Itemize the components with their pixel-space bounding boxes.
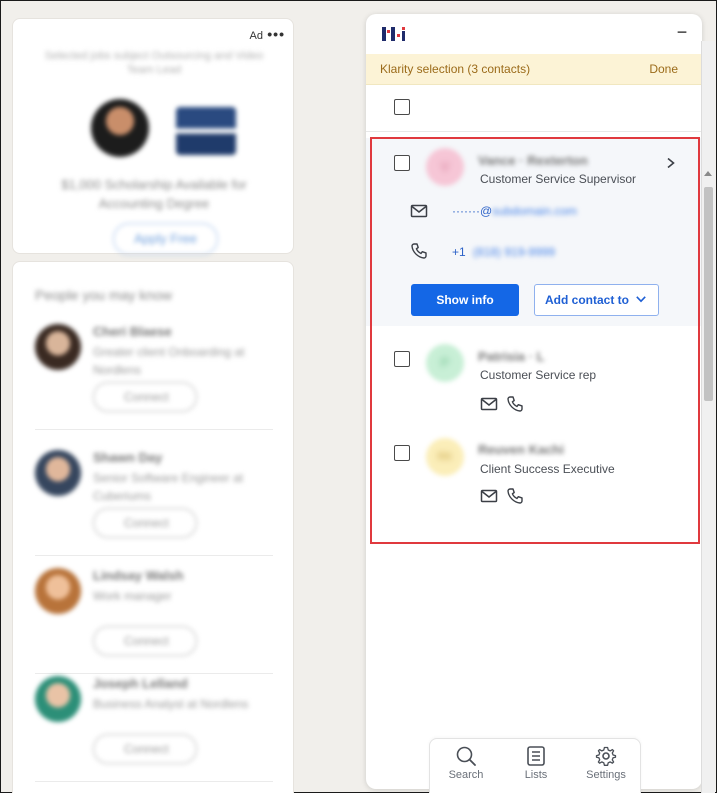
- ad-tagline: Selected jobs subject Outsourcing and Vi…: [44, 50, 264, 76]
- gear-icon: [595, 746, 617, 766]
- pymk-name[interactable]: Joseph Lelland: [93, 676, 188, 691]
- contact-avatar: V: [426, 148, 464, 186]
- bottom-navigation: Search Lists Settings: [429, 738, 641, 793]
- add-contact-dropdown[interactable]: Add contact to: [534, 284, 659, 316]
- pymk-name[interactable]: Cheri Blaese: [93, 324, 172, 339]
- select-all-checkbox[interactable]: [394, 99, 410, 115]
- ad-headline: $1,000 Scholarship Available for Account…: [61, 177, 247, 211]
- done-button[interactable]: Done: [649, 62, 678, 76]
- divider: [35, 429, 273, 430]
- nav-search[interactable]: Search: [436, 745, 496, 781]
- nav-lists[interactable]: Lists: [506, 745, 566, 781]
- connect-button[interactable]: Connect: [93, 508, 197, 538]
- nav-lists-label: Lists: [524, 769, 548, 781]
- scroll-up-arrow-icon[interactable]: [704, 171, 712, 176]
- avatar[interactable]: [35, 568, 81, 614]
- search-icon: [456, 746, 476, 766]
- avatar[interactable]: [35, 676, 81, 722]
- avatar-initial: RK: [437, 451, 453, 463]
- nav-settings-label: Settings: [586, 769, 626, 781]
- pymk-item: Cheri Blaese Greater client Onboarding a…: [35, 324, 275, 434]
- phone-icon[interactable]: [506, 487, 524, 505]
- selection-banner: Klarity selection (3 contacts) Done: [366, 54, 702, 85]
- email-mask: ·······@: [452, 204, 493, 218]
- nav-settings[interactable]: Settings: [576, 745, 636, 781]
- avatar[interactable]: [35, 450, 81, 496]
- avatar-initial: P: [440, 355, 450, 370]
- email-icon[interactable]: [480, 487, 498, 505]
- pymk-item: Shawn Day Senior Software Engineer at Cu…: [35, 450, 275, 560]
- pymk-title: People you may know: [35, 287, 172, 303]
- contact-avatar: P: [426, 344, 464, 382]
- contact-name[interactable]: Vance · Rexterton: [478, 153, 588, 168]
- connect-button[interactable]: Connect: [93, 626, 197, 656]
- add-contact-label: Add contact to: [545, 293, 629, 307]
- pymk-name[interactable]: Shawn Day: [93, 450, 162, 465]
- pymk-item: Joseph Lelland Business Analyst at Nordl…: [35, 676, 275, 786]
- phone-prefix: +1: [452, 245, 466, 259]
- pymk-subtitle: Greater client Onboarding at Nordlens: [93, 345, 245, 377]
- chevron-right-icon[interactable]: [666, 158, 676, 168]
- divider: [35, 781, 273, 782]
- nav-search-label: Search: [448, 769, 484, 781]
- email-icon[interactable]: [480, 395, 498, 413]
- ad-person-photo: [91, 99, 149, 157]
- connect-button[interactable]: Connect: [93, 734, 197, 764]
- minimize-button[interactable]: −: [672, 22, 692, 42]
- connect-button[interactable]: Connect: [93, 382, 197, 412]
- pymk-subtitle: Business Analyst at Nordlens: [93, 697, 249, 711]
- divider: [35, 555, 273, 556]
- contact-checkbox[interactable]: [394, 155, 410, 171]
- pymk-subtitle: Work manager: [93, 589, 172, 603]
- contact-title: Customer Service rep: [480, 368, 597, 382]
- extension-panel: − Klarity selection (3 contacts) Done V …: [366, 14, 702, 789]
- scrollbar-track[interactable]: [701, 41, 715, 793]
- contact-title: Client Success Executive: [480, 462, 615, 476]
- chevron-down-icon: [636, 296, 646, 303]
- pymk-subtitle: Senior Software Engineer at Cuberiums: [93, 471, 244, 503]
- contact-checkbox[interactable]: [394, 351, 410, 367]
- selection-count-text: Klarity selection (3 contacts): [380, 62, 531, 76]
- masked-email[interactable]: ·······@subdomain.com: [452, 204, 577, 218]
- ad-card: Ad ••• Selected jobs subject Outsourcing…: [12, 18, 294, 255]
- ad-apply-button[interactable]: Apply Free: [113, 223, 218, 255]
- contact-name[interactable]: Reuven Kachi: [478, 442, 564, 457]
- scrollbar-thumb[interactable]: [704, 187, 713, 401]
- contact-title: Customer Service Supervisor: [480, 172, 637, 186]
- app-logo-icon: [382, 27, 405, 41]
- select-all-row: [366, 85, 702, 132]
- contact-name[interactable]: Patrisia · L: [478, 349, 544, 364]
- masked-phone[interactable]: +1 (818) 919-9999: [452, 245, 555, 259]
- phone-icon: [411, 243, 427, 259]
- pymk-item: Lindsay Walsh Work manager Connect: [35, 568, 275, 678]
- contact-checkbox[interactable]: [394, 445, 410, 461]
- ad-company-logo: [176, 107, 236, 155]
- pymk-name[interactable]: Lindsay Walsh: [93, 568, 184, 583]
- email-domain: subdomain.com: [492, 204, 577, 218]
- phone-rest: (818) 919-9999: [473, 245, 556, 259]
- people-you-may-know-card: People you may know Cheri Blaese Greater…: [12, 261, 294, 793]
- list-icon: [527, 746, 545, 766]
- show-info-button[interactable]: Show info: [411, 284, 519, 316]
- panel-header: −: [366, 14, 702, 54]
- avatar-initial: V: [440, 159, 450, 174]
- email-icon: [410, 204, 428, 218]
- ad-more-icon[interactable]: •••: [267, 26, 285, 42]
- ad-label: Ad: [249, 30, 263, 42]
- avatar[interactable]: [35, 324, 81, 370]
- divider: [35, 673, 273, 674]
- phone-icon[interactable]: [506, 395, 524, 413]
- contact-avatar: RK: [426, 438, 464, 476]
